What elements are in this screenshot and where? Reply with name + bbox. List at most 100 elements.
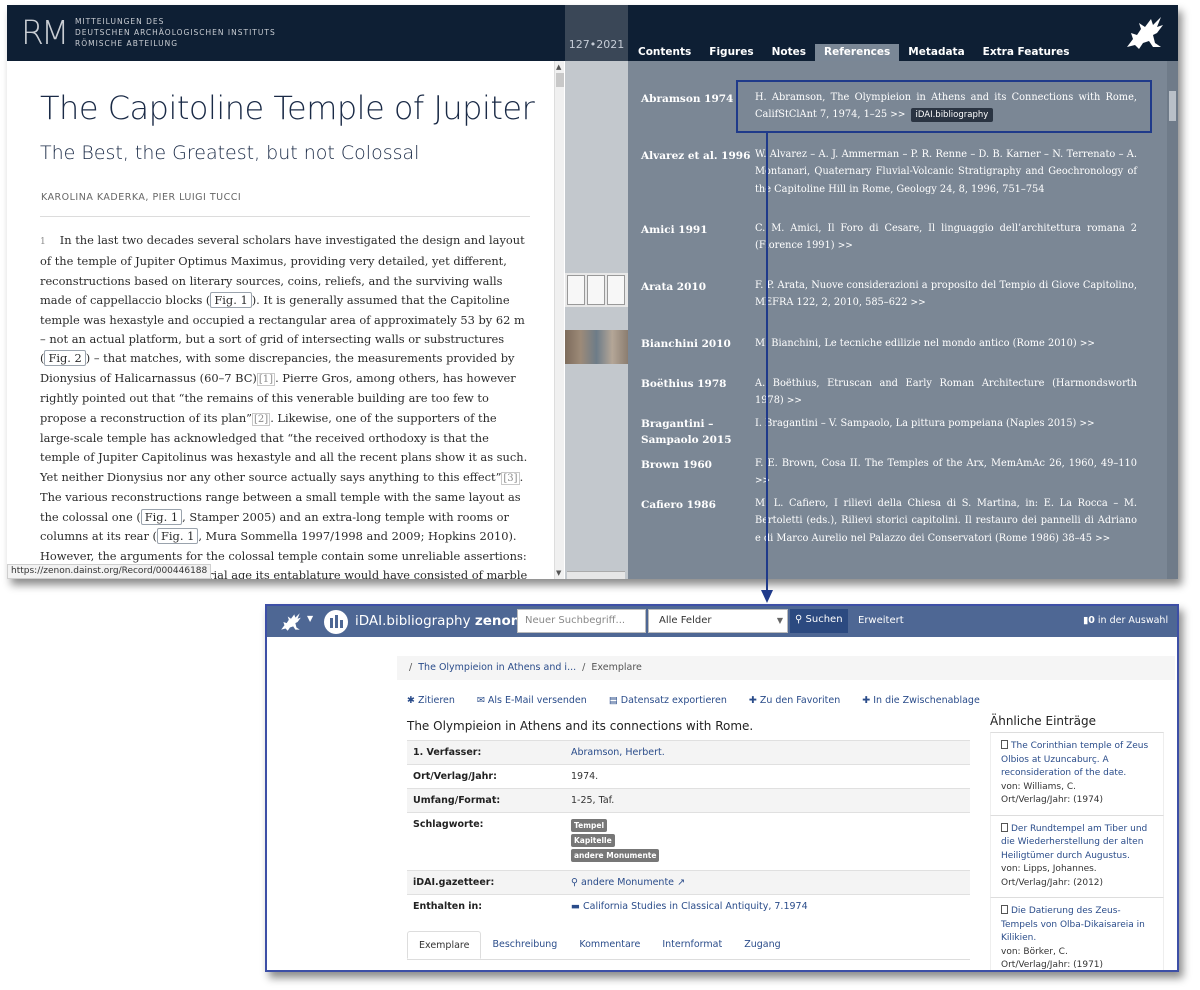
clipboard-action[interactable]: ✚ In die Zwischenablage [862,695,980,706]
reference-key: Boëthius 1978 [641,378,727,390]
similar-entries-title: Ähnliche Einträge [990,714,1097,728]
scrollbar-thumb[interactable] [1169,91,1176,121]
cart-label: in der Auswahl [1097,615,1169,626]
article-scrollbar[interactable]: ▲ ▼ [554,61,564,579]
tab-beschreibung[interactable]: Beschreibung [481,931,568,959]
institute-line: MITTEILUNGEN DES [75,17,165,26]
gazetteer-value: andere Monumente [581,877,675,888]
reference-more-link[interactable]: >> [1080,419,1095,429]
export-action[interactable]: ▤ Datensatz exportieren [609,695,727,706]
thumbnail-plan [587,275,605,305]
similar-entry-link[interactable]: Die Datierung des Zeus-Tempels von Olba-… [1001,906,1145,943]
tab-internformat[interactable]: Internformat [651,931,733,959]
reference-more-link[interactable]: >> [838,241,853,251]
figure-link[interactable]: Fig. 2 [44,350,86,367]
reference-citation: C. M. Amici, Il Foro di Cesare, Il lingu… [755,223,1137,252]
similar-entry-link[interactable]: The Corinthian temple of Zeus Olbios at … [1001,741,1148,778]
figure-link[interactable]: Fig. 1 [210,292,252,309]
tab-metadata[interactable]: Metadata [899,44,973,61]
figure-link[interactable]: Fig. 1 [140,508,183,525]
tab-zugang[interactable]: Zugang [733,931,791,959]
chevron-down-icon: ▼ [776,616,783,625]
scroll-up-icon[interactable]: ▲ [556,63,561,71]
record-actions: ✱ Zitieren ✉ Als E-Mail versenden ▤ Datensa… [407,695,980,706]
references-scrollbar[interactable] [1167,61,1178,579]
search-input[interactable]: Neuer Suchbegriff... [517,609,646,633]
footnote-link[interactable]: [1] [256,372,276,386]
record-details-table: 1. Verfasser: Abramson, Herbert. Ort/Ver… [407,740,970,918]
search-button[interactable]: ⚲ Suchen [790,609,848,633]
zenon-brand[interactable]: iDAI.bibliography zenon [355,613,520,629]
reference-key: Alvarez et al. 1996 [641,150,751,162]
reference-more-link[interactable]: >> [787,396,802,406]
institute-line: RÖMISCHE ABTEILUNG [75,39,179,48]
field-label: 1. Verfasser: [407,740,565,765]
journal-viewer-window: RM MITTEILUNGEN DES DEUTSCHEN ARCHÄOLOGI… [7,5,1178,579]
list-item: Der Rundtempel am Tiber und die Wiederhe… [990,814,1164,897]
tab-notes[interactable]: Notes [763,44,815,61]
email-action[interactable]: ✉ Als E-Mail versenden [477,695,587,706]
action-label: Als E-Mail versenden [487,695,587,706]
chevron-down-icon[interactable]: ▼ [307,614,313,623]
advanced-search-link[interactable]: Erweitert [858,615,904,626]
reference-key: Brown 1960 [641,459,712,471]
reference-text: M. L. Cafiero, I rilievi della Chiesa di… [755,495,1137,548]
cite-action[interactable]: ✱ Zitieren [407,695,455,706]
scroll-down-icon[interactable]: ▼ [556,569,561,577]
tab-extra-features[interactable]: Extra Features [974,44,1079,61]
griffin-logo-icon[interactable] [279,611,303,633]
cart-count: 0 [1088,615,1095,626]
article-subtitle: The Best, the Greatest, but not Colossal [40,142,420,164]
field-value: 1974. [565,764,970,789]
figure-thumbnail[interactable] [565,330,628,364]
contained-in-link[interactable]: ▬ California Studies in Classical Antiqu… [571,901,808,912]
reference-more-link[interactable]: >> [1080,339,1095,349]
footnote-link[interactable]: [2] [252,412,271,426]
reference-text: W. Alvarez – A. J. Ammerman – P. R. Renn… [755,146,1137,198]
reference-key: Abramson 1974 [641,93,734,105]
viewer-tabs: Contents Figures Notes References Metada… [629,44,1079,61]
document-icon [1001,822,1008,832]
reference-more-link[interactable]: >> [1095,534,1110,544]
tab-kommentare[interactable]: Kommentare [568,931,651,959]
reference-citation: W. Alvarez – A. J. Ammerman – P. R. Renn… [755,149,1137,195]
figure-thumbnail[interactable] [567,571,625,579]
tab-exemplare[interactable]: Exemplare [407,931,482,959]
figure-link[interactable]: Fig. 1 [156,528,199,545]
zenon-window: ▼ iDAI.bibliography zenon Neuer Suchbegr… [265,604,1179,972]
bibliography-logo-icon[interactable] [324,610,348,634]
rm-logo[interactable]: RM [21,15,69,51]
brand-name: iDAI.bibliography [355,613,471,629]
reference-text: A. Boëthius, Etruscan and Early Roman Ar… [755,375,1137,411]
reference-text: M. Bianchini, Le tecniche edilizie nel m… [755,335,1137,353]
list-item: Die Datierung des Zeus-Tempels von Olba-… [990,897,1164,970]
tab-figures[interactable]: Figures [700,44,762,61]
field-value: 1-25, Taf. [565,788,970,813]
tab-references[interactable]: References [815,44,900,61]
tab-contents[interactable]: Contents [629,44,700,61]
plus-icon: ✚ [748,695,757,706]
subject-tag[interactable]: Kapitelle [571,834,615,847]
author-link[interactable]: Abramson, Herbert. [571,747,665,758]
reference-more-link[interactable]: >> [911,298,926,308]
field-label: iDAI.gazetteer: [407,870,565,895]
similar-entry-author: von: Williams, C. [1001,781,1076,792]
similar-entry-link[interactable]: Der Rundtempel am Tiber und die Wiederhe… [1001,824,1147,861]
selection-cart[interactable]: ▮0 in der Auswahl [1083,615,1168,626]
gazetteer-link[interactable]: ⚲ andere Monumente ↗ [571,877,685,888]
breadcrumb-link[interactable]: The Olympieion in Athens and i... [418,662,576,673]
field-select[interactable]: Alle Felder ▼ [648,609,788,633]
list-item: The Corinthian temple of Zeus Olbios at … [990,732,1164,815]
griffin-logo-icon[interactable] [1123,13,1167,53]
article-authors: KAROLINA KADERKA, PIER LUIGI TUCCI [41,192,242,203]
favorites-action[interactable]: ✚ Zu den Favoriten [749,695,840,706]
footnote-link[interactable]: [3] [501,471,520,485]
reference-more-link[interactable]: >> [755,476,770,486]
figure-thumbnail[interactable] [565,273,628,307]
document-icon [1001,740,1008,749]
scrollbar-thumb[interactable] [556,73,564,87]
zenon-navbar: ▼ iDAI.bibliography zenon Neuer Suchbegr… [267,606,1177,637]
subject-tag[interactable]: andere Monumente [571,849,660,862]
reference-highlight-box [736,80,1152,133]
subject-tag[interactable]: Tempel [571,819,608,832]
